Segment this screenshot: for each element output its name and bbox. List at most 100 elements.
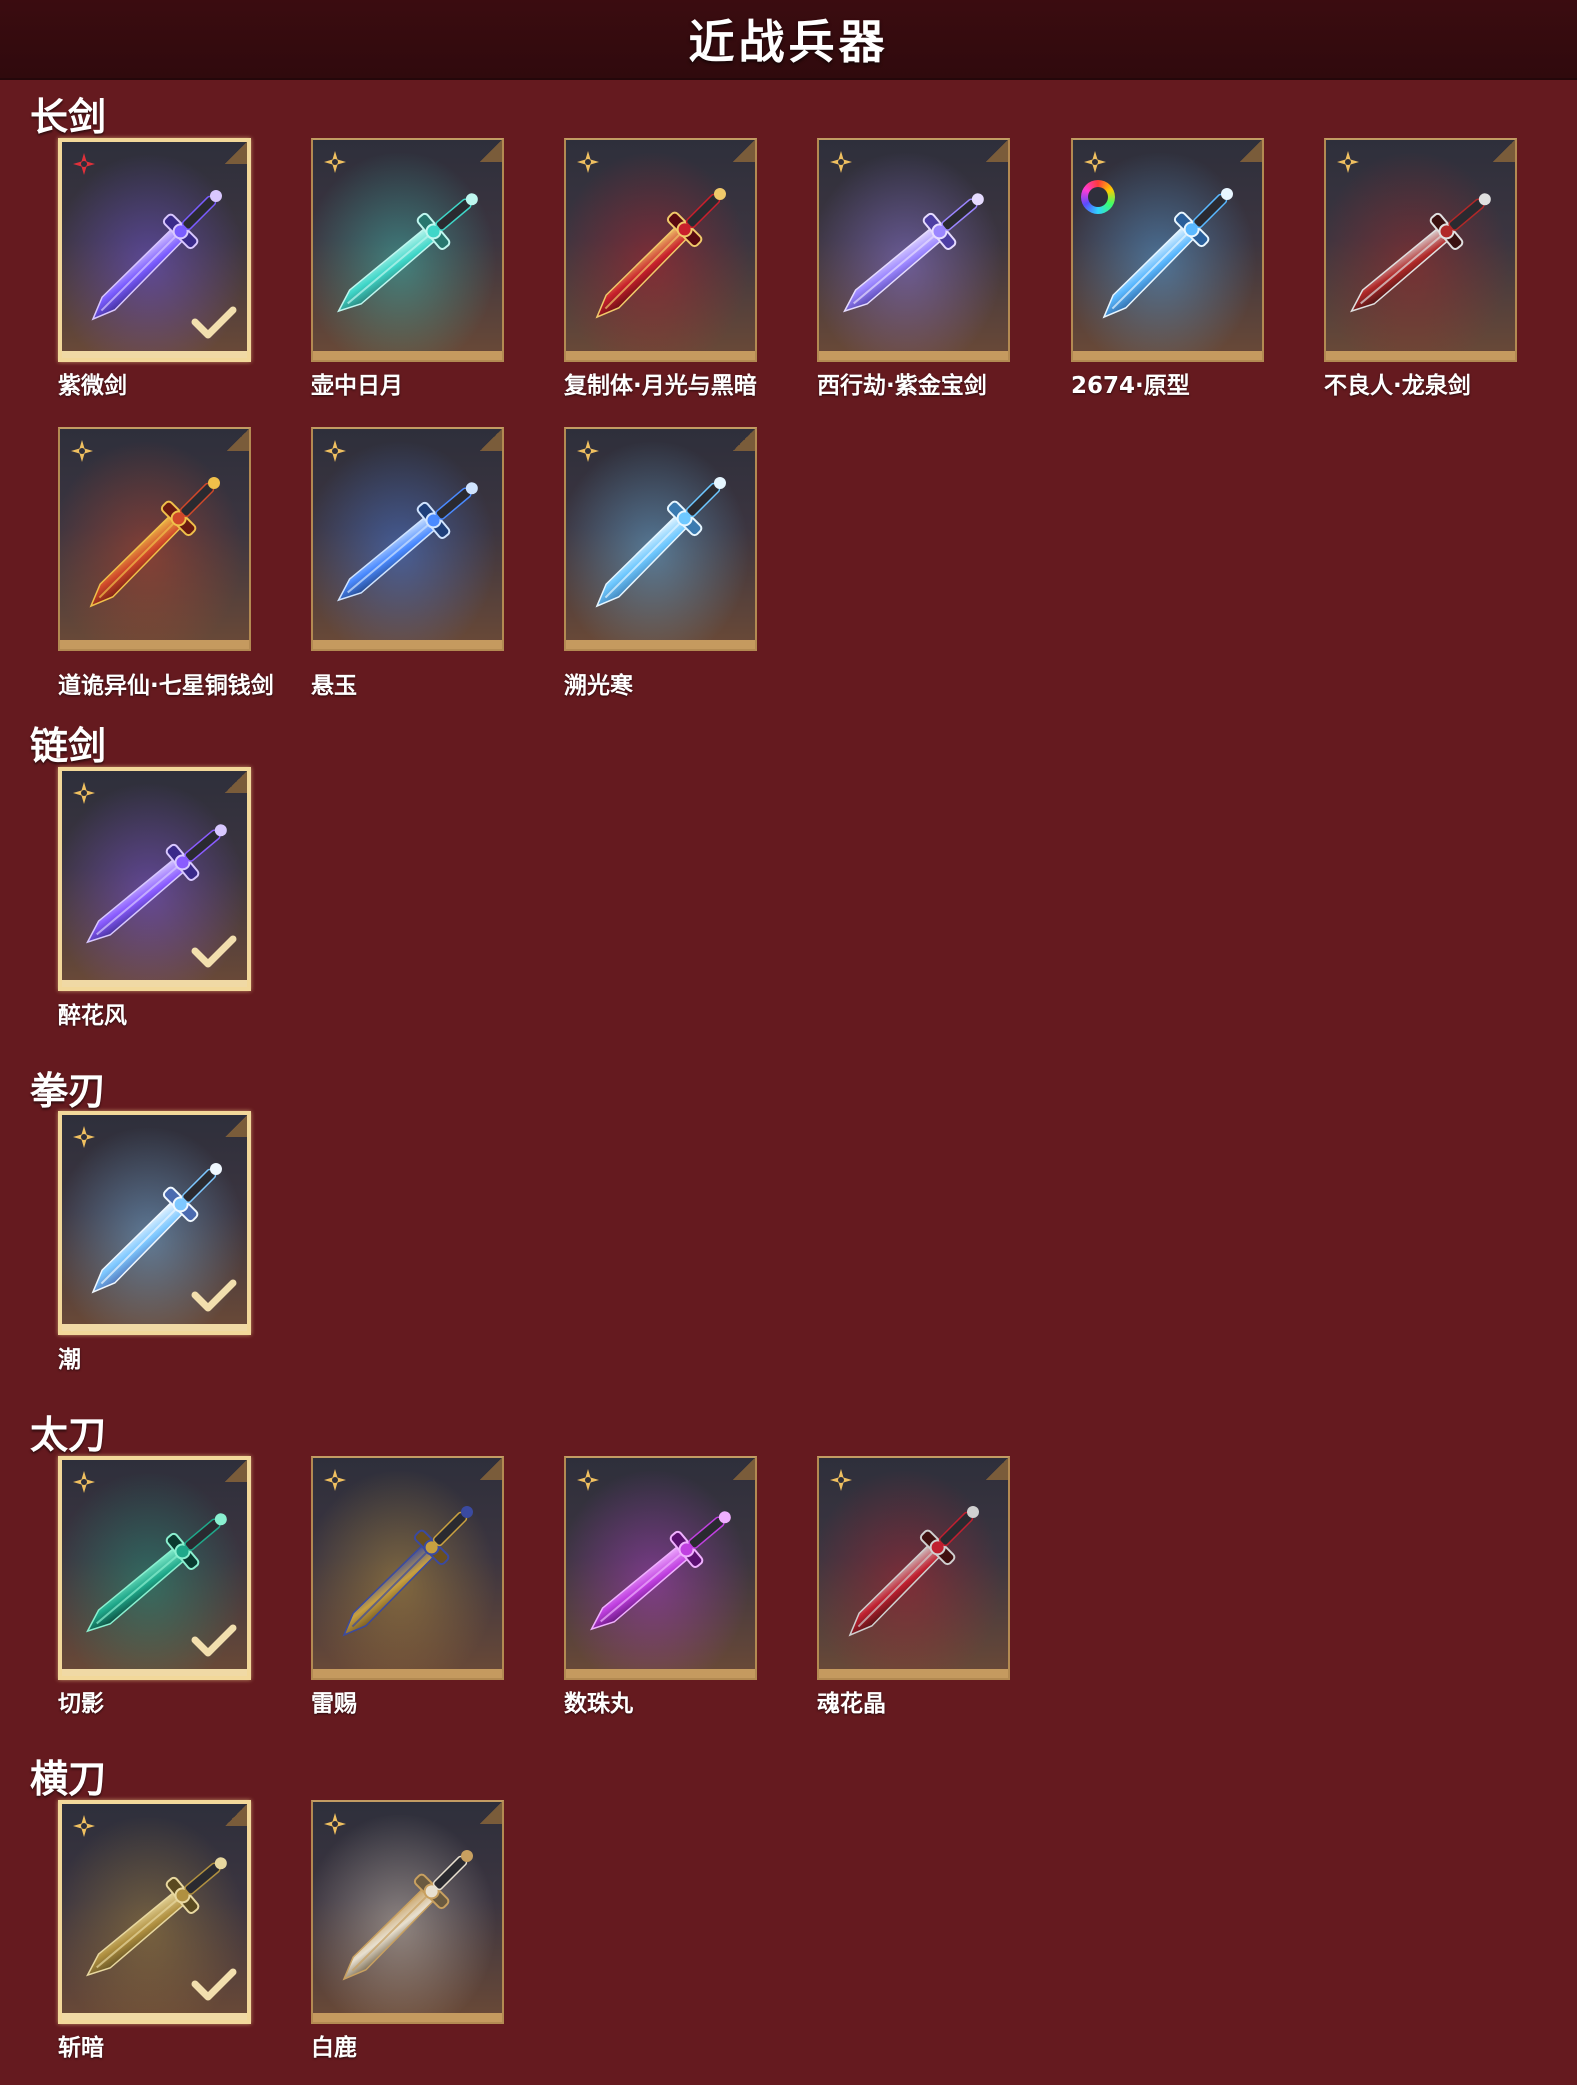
weapon-card[interactable] <box>58 138 251 362</box>
weapon-name: 2674·原型 <box>1071 373 1190 399</box>
corner-tab-icon <box>225 1460 247 1482</box>
corner-tab-icon <box>480 140 502 162</box>
weapon-name: 斩暗 <box>58 2035 104 2061</box>
card-bottom-strip <box>1073 351 1262 360</box>
weapon-card[interactable] <box>58 767 251 991</box>
weapon-card-frame <box>564 427 757 651</box>
corner-tab-icon <box>225 142 247 164</box>
weapon-card[interactable] <box>1071 138 1264 362</box>
card-bottom-strip <box>60 640 249 649</box>
weapon-card[interactable] <box>564 1456 757 1680</box>
gold-star-icon <box>576 1468 600 1492</box>
weapon-card-frame <box>311 1800 504 2024</box>
weapon-card-frame <box>58 427 251 651</box>
weapon-card-frame <box>1071 138 1264 362</box>
checkmark-icon <box>191 1277 237 1313</box>
weapon-card[interactable] <box>58 427 251 651</box>
corner-tab-icon <box>480 1458 502 1480</box>
card-bottom-strip <box>313 351 502 360</box>
weapon-name: 复制体·月光与黑暗 <box>564 373 757 399</box>
gold-star-icon <box>323 1468 347 1492</box>
checkmark-icon <box>191 304 237 340</box>
weapon-name: 壶中日月 <box>311 373 403 399</box>
corner-tab-icon <box>225 1804 247 1826</box>
card-bottom-strip <box>62 1324 247 1331</box>
weapon-card[interactable] <box>817 1456 1010 1680</box>
gold-star-icon <box>1083 150 1107 174</box>
gold-star-icon <box>72 781 96 805</box>
corner-tab-icon <box>986 140 1008 162</box>
corner-tab-icon <box>733 429 755 451</box>
weapon-card-frame <box>311 1456 504 1680</box>
gold-star-icon <box>72 1814 96 1838</box>
weapon-name: 溯光寒 <box>564 673 633 699</box>
weapon-card-frame <box>1324 138 1517 362</box>
gold-star-icon <box>72 1125 96 1149</box>
card-bottom-strip <box>819 1669 1008 1678</box>
page-header: 近战兵器 <box>0 0 1577 80</box>
card-bottom-strip <box>62 980 247 987</box>
weapon-card[interactable] <box>58 1111 251 1335</box>
gold-star-icon <box>323 439 347 463</box>
weapon-name: 西行劫·紫金宝剑 <box>817 373 987 399</box>
weapon-card[interactable] <box>58 1800 251 2024</box>
card-bottom-strip <box>566 351 755 360</box>
weapon-name: 醉花风 <box>58 1003 127 1029</box>
weapon-card-frame <box>817 138 1010 362</box>
gold-star-icon <box>576 439 600 463</box>
weapon-name: 道诡异仙·七星铜钱剑 <box>58 673 274 699</box>
card-bottom-strip <box>313 1669 502 1678</box>
weapon-card-frame <box>311 138 504 362</box>
weapon-name: 魂花晶 <box>817 1691 886 1717</box>
gold-star-icon <box>323 1812 347 1836</box>
card-bottom-strip <box>819 351 1008 360</box>
gold-star-icon <box>1336 150 1360 174</box>
gold-star-icon <box>323 150 347 174</box>
card-bottom-strip <box>313 2013 502 2022</box>
section-title-long-sword: 长剑 <box>30 95 107 139</box>
section-title-tachi: 太刀 <box>30 1413 107 1457</box>
weapon-name: 白鹿 <box>311 2035 357 2061</box>
gold-star-icon <box>829 150 853 174</box>
weapon-card[interactable] <box>564 427 757 651</box>
weapon-card[interactable] <box>311 1800 504 2024</box>
section-title-chain-sword: 链剑 <box>30 724 107 768</box>
card-bottom-strip <box>1326 351 1515 360</box>
weapon-name: 切影 <box>58 1691 104 1717</box>
corner-tab-icon <box>733 1458 755 1480</box>
corner-tab-icon <box>225 1115 247 1137</box>
corner-tab-icon <box>1240 140 1262 162</box>
corner-tab-icon <box>733 140 755 162</box>
weapon-card[interactable] <box>311 138 504 362</box>
card-bottom-strip <box>566 640 755 649</box>
weapon-name: 不良人·龙泉剑 <box>1324 373 1471 399</box>
color-ring-icon <box>1081 180 1115 214</box>
card-bottom-strip <box>62 2013 247 2020</box>
gold-star-icon <box>576 150 600 174</box>
weapon-name: 紫微剑 <box>58 373 127 399</box>
weapon-card[interactable] <box>817 138 1010 362</box>
weapon-card-frame <box>58 1111 251 1335</box>
weapon-card-frame <box>58 1456 251 1680</box>
weapon-name: 潮 <box>58 1347 81 1373</box>
weapon-card-frame <box>58 1800 251 2024</box>
gold-star-icon <box>72 1470 96 1494</box>
weapon-card[interactable] <box>1324 138 1517 362</box>
section-title-yokodachi: 横刀 <box>30 1757 107 1801</box>
weapon-card[interactable] <box>311 427 504 651</box>
red-star-icon <box>72 152 96 176</box>
weapon-card[interactable] <box>311 1456 504 1680</box>
checkmark-icon <box>191 1966 237 2002</box>
weapon-card[interactable] <box>58 1456 251 1680</box>
weapon-card[interactable] <box>564 138 757 362</box>
corner-tab-icon <box>1493 140 1515 162</box>
checkmark-icon <box>191 1622 237 1658</box>
weapon-card-frame <box>564 138 757 362</box>
weapon-card-frame <box>817 1456 1010 1680</box>
weapon-card-frame <box>58 138 251 362</box>
corner-tab-icon <box>480 1802 502 1824</box>
section-title-fist-blade: 拳刃 <box>30 1069 107 1113</box>
corner-tab-icon <box>227 429 249 451</box>
gold-star-icon <box>829 1468 853 1492</box>
checkmark-icon <box>191 933 237 969</box>
